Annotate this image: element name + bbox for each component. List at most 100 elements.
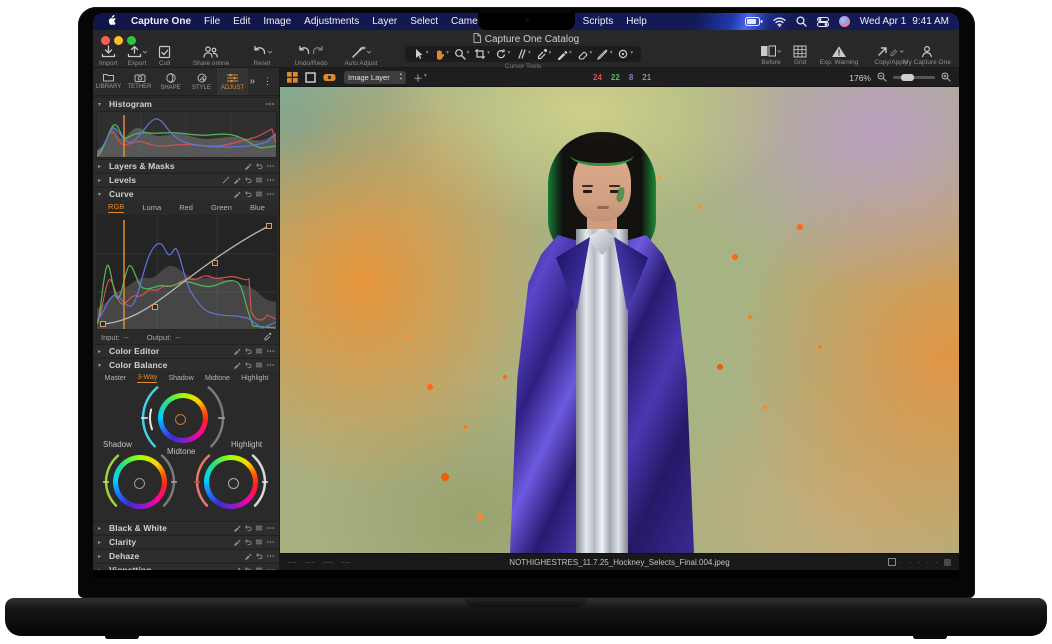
- more-icon[interactable]: [266, 162, 275, 170]
- zoom-level[interactable]: 176%: [849, 73, 871, 83]
- menu-edit[interactable]: Edit: [233, 16, 250, 27]
- proof-view-icon[interactable]: [323, 72, 336, 83]
- more-icon[interactable]: [266, 552, 275, 560]
- apple-menu-icon[interactable]: [107, 14, 118, 30]
- highlight-wheel-handle[interactable]: [228, 478, 239, 489]
- my-capture-one-button[interactable]: My Capture One: [898, 45, 956, 66]
- zoom-in-icon[interactable]: [941, 72, 951, 84]
- variant-icon[interactable]: [944, 559, 951, 566]
- undo-redo-button[interactable]: Undo/Redo: [289, 45, 333, 67]
- more-icon[interactable]: [266, 538, 275, 546]
- menu-clock[interactable]: Wed Apr 1 9:41 AM: [860, 16, 949, 27]
- battery-icon[interactable]: [745, 17, 763, 26]
- menu-scripts[interactable]: Scripts: [583, 16, 614, 27]
- expand-tabs-icon[interactable]: »: [249, 76, 255, 87]
- brush-icon[interactable]: [233, 190, 241, 198]
- reset-icon[interactable]: [244, 176, 252, 184]
- straighten-tool[interactable]: ▾: [515, 48, 531, 60]
- zoom-slider-knob[interactable]: [901, 74, 914, 81]
- tab-shape[interactable]: SHAPE: [155, 68, 186, 95]
- presets-icon[interactable]: [255, 190, 263, 198]
- siri-icon[interactable]: [839, 16, 850, 27]
- tab-adjust[interactable]: ADJUST: [217, 68, 248, 95]
- layer-select[interactable]: Image Layer ▴▾: [344, 71, 406, 84]
- tab-style[interactable]: STYLE: [186, 68, 217, 95]
- panel-layers-masks[interactable]: ▸ Layers & Masks: [93, 159, 280, 172]
- zoom-slider[interactable]: [893, 76, 935, 79]
- tab-tether[interactable]: TETHER: [124, 68, 155, 95]
- marker-tool[interactable]: ▾: [556, 48, 572, 60]
- curve-picker-icon[interactable]: [263, 332, 272, 343]
- presets-icon[interactable]: [255, 347, 263, 355]
- loupe-tool[interactable]: ▾: [454, 48, 470, 60]
- presets-icon[interactable]: [255, 524, 263, 532]
- eraser-tool[interactable]: ▾: [576, 48, 592, 60]
- brush-icon[interactable]: [244, 162, 252, 170]
- panel-black-white[interactable]: ▸ Black & White: [93, 521, 280, 534]
- brush-icon[interactable]: [244, 552, 252, 560]
- curve-tab-green[interactable]: Green: [211, 203, 232, 212]
- before-button[interactable]: Before: [760, 45, 782, 66]
- panel-histogram[interactable]: ▾ Histogram: [93, 97, 280, 110]
- reset-icon[interactable]: [244, 524, 252, 532]
- panel-levels[interactable]: ▸ Levels: [93, 173, 280, 186]
- cb-tab-highlight[interactable]: Highlight: [241, 375, 268, 382]
- brush-icon[interactable]: [233, 176, 241, 184]
- rotate-tool[interactable]: ▾: [495, 48, 511, 60]
- single-view-icon[interactable]: [305, 72, 316, 83]
- menu-help[interactable]: Help: [626, 16, 647, 27]
- reset-icon[interactable]: [244, 566, 252, 570]
- share-online-button[interactable]: Share online: [185, 45, 237, 67]
- search-icon[interactable]: [796, 16, 807, 27]
- presets-icon[interactable]: [255, 566, 263, 570]
- cb-tab-master[interactable]: Master: [105, 375, 126, 382]
- exposure-warning-button[interactable]: Exp. Warning: [815, 45, 863, 66]
- menu-layer[interactable]: Layer: [372, 16, 397, 27]
- midtone-wheel-handle[interactable]: [175, 414, 186, 425]
- color-picker-tool[interactable]: ▾: [536, 48, 552, 60]
- presets-icon[interactable]: [255, 176, 263, 184]
- panel-vignetting[interactable]: ▸ Vignetting: [93, 563, 280, 570]
- more-icon[interactable]: [266, 361, 275, 369]
- pen-icon[interactable]: [222, 176, 230, 184]
- reset-icon[interactable]: [244, 361, 252, 369]
- menu-image[interactable]: Image: [263, 16, 291, 27]
- brush-icon[interactable]: [233, 524, 241, 532]
- reset-icon[interactable]: [244, 538, 252, 546]
- control-center-icon[interactable]: [817, 17, 829, 27]
- menu-adjustments[interactable]: Adjustments: [304, 16, 359, 27]
- curve-tab-red[interactable]: Red: [179, 203, 193, 212]
- reset-icon[interactable]: [255, 552, 263, 560]
- menu-app-name[interactable]: Capture One: [131, 16, 191, 27]
- draw-mask-tool[interactable]: ▾: [597, 48, 613, 60]
- color-tag-icon[interactable]: [888, 558, 896, 566]
- pan-tool[interactable]: ▾: [433, 48, 449, 60]
- panel-color-editor[interactable]: ▸ Color Editor: [93, 344, 280, 357]
- image-canvas[interactable]: [280, 87, 959, 553]
- reset-icon[interactable]: [255, 162, 263, 170]
- panel-more-icon[interactable]: [265, 100, 275, 108]
- curve-tab-rgb[interactable]: RGB: [108, 202, 124, 213]
- shadow-wheel-handle[interactable]: [134, 478, 145, 489]
- add-layer-button[interactable]: ＋▾: [413, 70, 427, 85]
- more-icon[interactable]: [266, 190, 275, 198]
- menu-file[interactable]: File: [204, 16, 220, 27]
- grid-button[interactable]: Grid: [793, 45, 807, 66]
- brush-icon[interactable]: [233, 538, 241, 546]
- multi-view-icon[interactable]: [287, 72, 298, 83]
- panel-dehaze[interactable]: ▸ Dehaze: [93, 549, 280, 562]
- crop-tool[interactable]: ▾: [474, 48, 490, 60]
- presets-icon[interactable]: [255, 538, 263, 546]
- more-icon[interactable]: [266, 524, 275, 532]
- export-button[interactable]: Export: [126, 45, 148, 67]
- panel-color-balance[interactable]: ▾ Color Balance: [93, 358, 280, 371]
- menu-select[interactable]: Select: [410, 16, 438, 27]
- brush-icon[interactable]: [233, 361, 241, 369]
- wifi-icon[interactable]: [773, 17, 786, 27]
- more-icon[interactable]: [266, 566, 275, 570]
- cull-button[interactable]: Cull: [157, 45, 172, 67]
- reset-icon[interactable]: [244, 347, 252, 355]
- curve-graph[interactable]: [96, 215, 277, 330]
- auto-adjust-button[interactable]: Auto Adjust: [340, 45, 382, 67]
- curve-tab-blue[interactable]: Blue: [250, 203, 265, 212]
